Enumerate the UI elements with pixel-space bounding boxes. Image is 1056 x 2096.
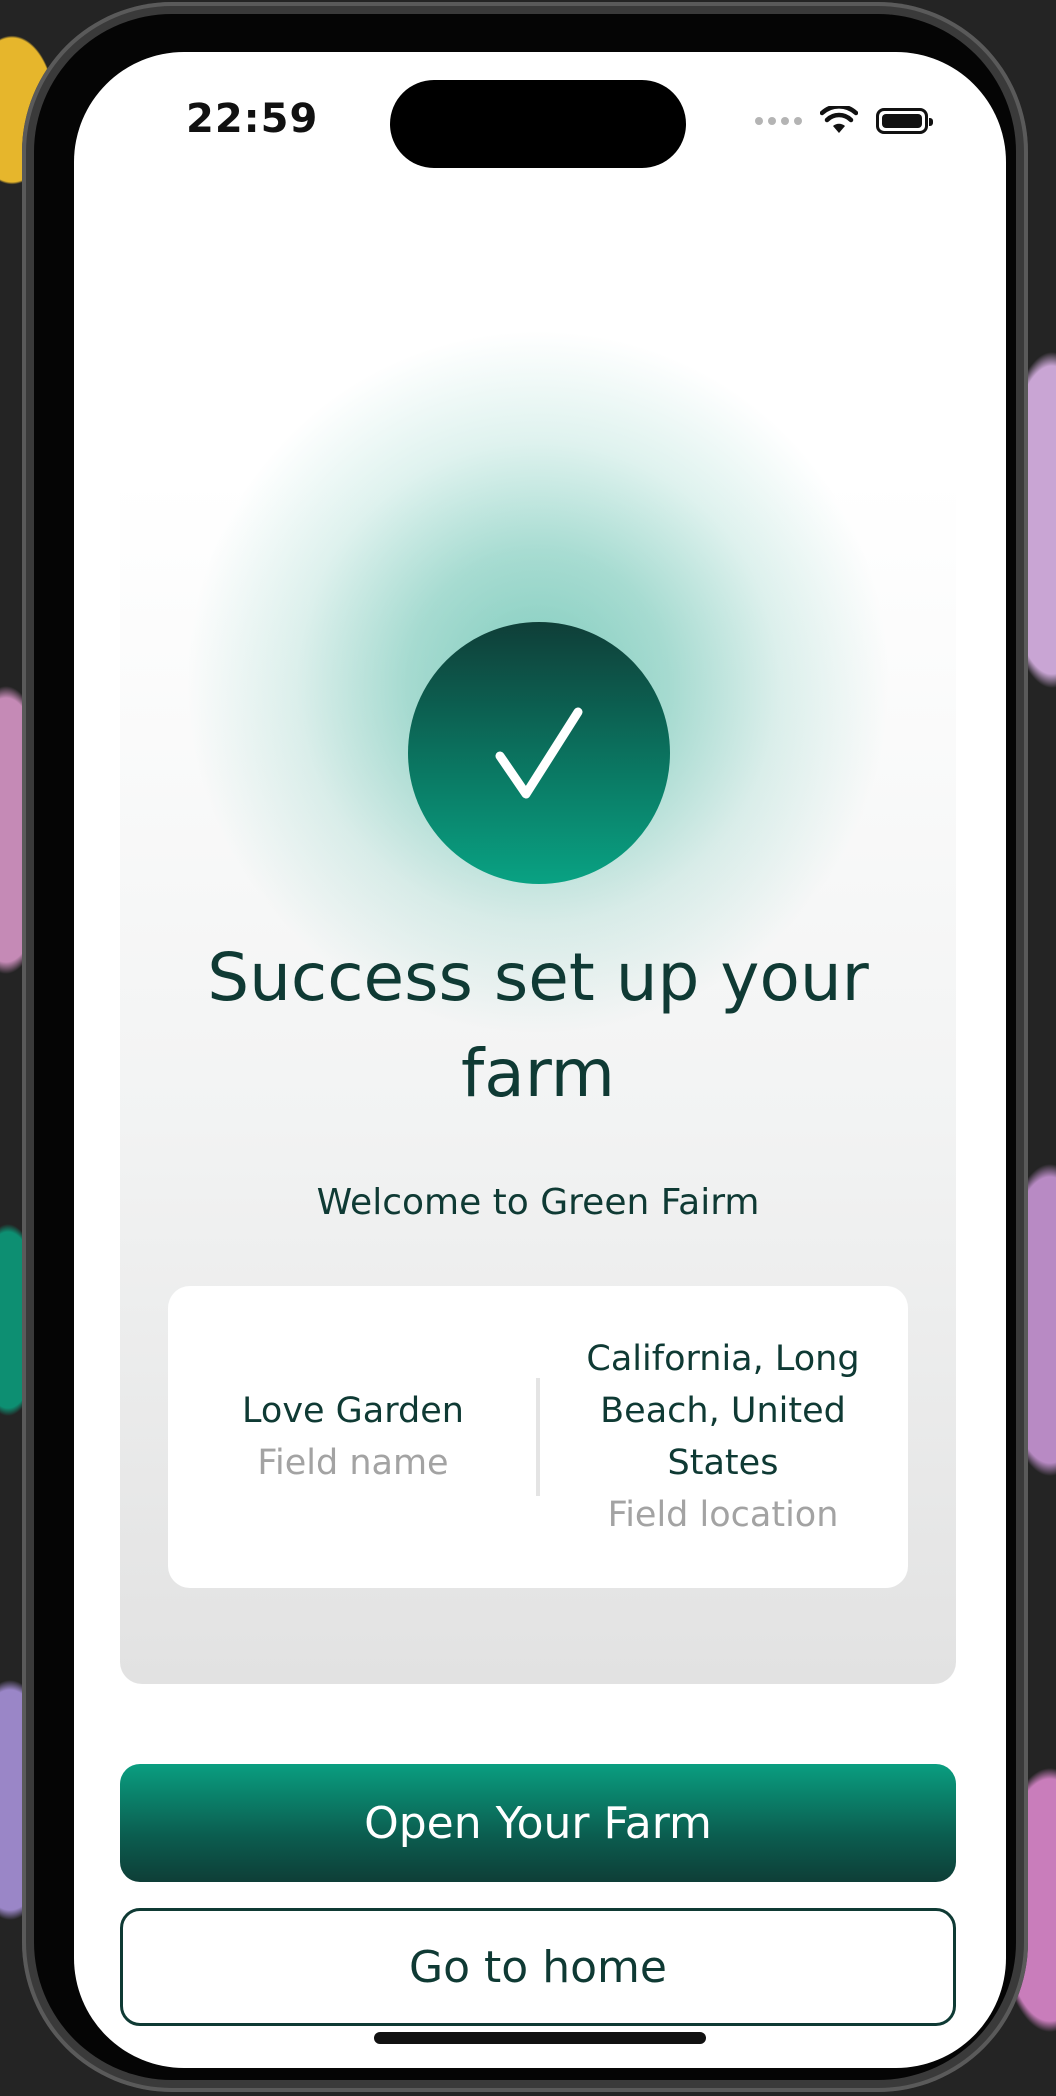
status-bar: 22:59 <box>74 52 1006 172</box>
app-screen: 22:59 Success set up your farm Welcome t… <box>74 52 1006 2068</box>
open-farm-button[interactable]: Open Your Farm <box>120 1764 956 1882</box>
status-time: 22:59 <box>186 96 319 142</box>
wifi-icon <box>820 106 858 133</box>
battery-icon <box>876 108 933 134</box>
cellular-signal-icon <box>755 117 802 125</box>
phone-frame: 22:59 Success set up your farm Welcome t… <box>22 2 1028 2092</box>
go-home-button[interactable]: Go to home <box>120 1908 956 2026</box>
page-title: Success set up your farm <box>207 939 869 1112</box>
success-card: Success set up your farm Welcome to Gree… <box>120 282 956 1684</box>
status-icons <box>755 106 933 136</box>
field-location-label: Field location <box>607 1495 839 1535</box>
field-location-column: California, Long Beach, United States Fi… <box>538 1286 908 1588</box>
field-name-column: Love Garden Field name <box>168 1286 538 1588</box>
page-subtitle: Welcome to Green Fairm <box>316 1182 760 1223</box>
phone-bezel: 22:59 Success set up your farm Welcome t… <box>34 14 1016 2080</box>
field-location-value: California, Long Beach, United States <box>586 1339 860 1483</box>
field-info-box: Love Garden Field name California, Long … <box>168 1286 908 1588</box>
success-badge <box>408 622 670 884</box>
field-name-label: Field name <box>257 1443 449 1483</box>
home-indicator[interactable] <box>374 2032 706 2044</box>
checkmark-icon <box>495 707 583 799</box>
dynamic-island <box>390 80 686 168</box>
field-name-value: Love Garden <box>242 1391 464 1431</box>
